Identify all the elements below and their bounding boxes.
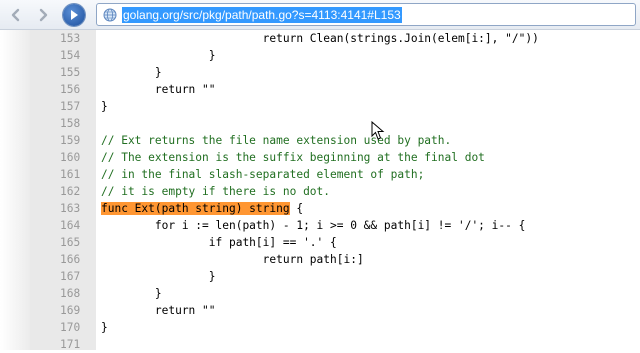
- code-line: 159 // Ext returns the file name extensio…: [0, 132, 640, 149]
- code-text: return "": [101, 304, 216, 317]
- code-text: }: [101, 66, 162, 79]
- line-number[interactable]: 154: [60, 47, 86, 64]
- code-line: 153 return Clean(strings.Join(elem[i:], …: [0, 30, 640, 47]
- code-text: return "": [101, 83, 216, 96]
- code-line: 167 }: [0, 268, 640, 285]
- code-line: 170}: [0, 319, 640, 336]
- code-comment: // it is empty if there is no dot.: [101, 185, 331, 198]
- line-number[interactable]: 157: [60, 98, 86, 115]
- line-number[interactable]: 164: [60, 217, 86, 234]
- browser-toolbar: golang.org/src/pkg/path/path.go?s=4113:4…: [0, 0, 640, 30]
- code-line: 157}: [0, 98, 640, 115]
- url-text[interactable]: golang.org/src/pkg/path/path.go?s=4113:4…: [122, 7, 402, 23]
- code-text: }: [101, 49, 216, 62]
- code-line: 160 // The extension is the suffix beginn…: [0, 149, 640, 166]
- line-number[interactable]: 165: [60, 234, 86, 251]
- line-number[interactable]: 156: [60, 81, 86, 98]
- code-line: 162 // it is empty if there is no dot.: [0, 183, 640, 200]
- code-line: 164 for i := len(path) - 1; i >= 0 && pa…: [0, 217, 640, 234]
- mouse-pointer-icon: [371, 121, 385, 140]
- line-number[interactable]: 168: [60, 285, 86, 302]
- code-text: }: [101, 321, 108, 334]
- code-line: 168 }: [0, 285, 640, 302]
- line-number[interactable]: 170: [60, 319, 86, 336]
- code-text-rest: {: [289, 202, 304, 215]
- code-line: 156 return "": [0, 81, 640, 98]
- back-arrow-icon[interactable]: [6, 5, 26, 25]
- code-text: func Ext(path string) string {: [101, 200, 303, 217]
- code-line: 155 }: [0, 64, 640, 81]
- line-number[interactable]: 162: [60, 183, 86, 200]
- line-number[interactable]: 153: [60, 30, 86, 47]
- line-number[interactable]: 155: [60, 64, 86, 81]
- line-number[interactable]: 161: [60, 166, 86, 183]
- code-line: 165 if path[i] == '.' {: [0, 234, 640, 251]
- line-number[interactable]: 160: [60, 149, 86, 166]
- code-text: for i := len(path) - 1; i >= 0 && path[i…: [101, 219, 526, 232]
- code-comment: // Ext returns the file name extension u…: [101, 134, 452, 147]
- line-number[interactable]: 169: [60, 302, 86, 319]
- source-code-view: 153 return Clean(strings.Join(elem[i:], …: [0, 30, 640, 353]
- code-comment: // in the final slash-separated element …: [101, 168, 425, 181]
- code-comment: // The extension is the suffix beginning…: [101, 151, 485, 164]
- code-line: 171: [0, 336, 640, 353]
- line-number[interactable]: 171: [60, 336, 86, 353]
- globe-icon: [103, 8, 117, 22]
- address-bar[interactable]: golang.org/src/pkg/path/path.go?s=4113:4…: [96, 3, 636, 26]
- highlighted-declaration: func Ext(path string) string: [101, 202, 290, 215]
- code-line: 166 return path[i:]: [0, 251, 640, 268]
- code-text: return path[i:]: [101, 253, 364, 266]
- code-line: 158: [0, 115, 640, 132]
- go-circle-icon[interactable]: [63, 4, 85, 26]
- code-text: if path[i] == '.' {: [101, 236, 337, 249]
- code-line: 163 func Ext(path string) string {: [0, 200, 640, 217]
- code-text: }: [101, 287, 162, 300]
- code-line: 154 }: [0, 47, 640, 64]
- forward-arrow-icon[interactable]: [33, 5, 53, 25]
- line-number[interactable]: 159: [60, 132, 86, 149]
- code-line: 161 // in the final slash-separated eleme…: [0, 166, 640, 183]
- line-number[interactable]: 163: [60, 200, 86, 217]
- line-number[interactable]: 158: [60, 115, 86, 132]
- code-line: 169 return "": [0, 302, 640, 319]
- code-text: }: [101, 270, 216, 283]
- code-text: return Clean(strings.Join(elem[i:], "/")…: [101, 32, 539, 45]
- line-number[interactable]: 166: [60, 251, 86, 268]
- code-text: }: [101, 100, 108, 113]
- line-number[interactable]: 167: [60, 268, 86, 285]
